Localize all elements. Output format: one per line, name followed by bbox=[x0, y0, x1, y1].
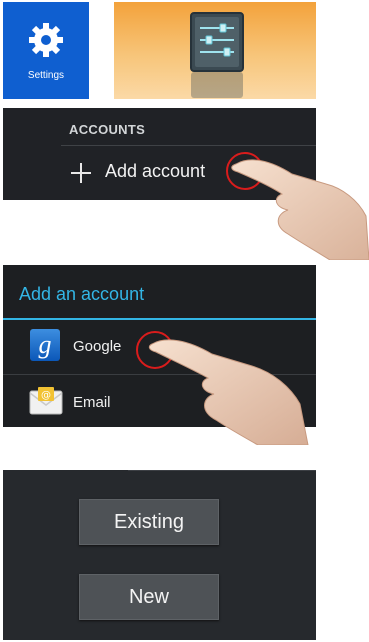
gear-icon bbox=[29, 23, 63, 57]
sliders-icon-reflection bbox=[191, 72, 243, 98]
hand-pointer-icon bbox=[148, 339, 309, 445]
settings-tile-label: Settings bbox=[27, 70, 65, 81]
email-label: Email bbox=[73, 394, 111, 411]
top-divider bbox=[128, 470, 316, 471]
settings-tile[interactable]: Settings bbox=[3, 2, 89, 99]
new-account-button[interactable]: New bbox=[79, 574, 219, 620]
hand-pointer-icon bbox=[231, 159, 369, 260]
google-icon: g bbox=[30, 329, 60, 361]
google-label: Google bbox=[73, 338, 122, 355]
svg-text:@: @ bbox=[41, 390, 51, 401]
accounts-section-header: ACCOUNTS bbox=[61, 116, 316, 146]
title-divider bbox=[3, 318, 316, 320]
dialog-title: Add an account bbox=[19, 284, 145, 304]
envelope-icon: @ bbox=[29, 387, 63, 415]
plus-icon bbox=[71, 163, 91, 183]
add-account-label: Add account bbox=[105, 161, 206, 181]
existing-account-button[interactable]: Existing bbox=[79, 499, 219, 545]
sliders-icon[interactable] bbox=[190, 12, 244, 72]
account-choice-screen: Existing New bbox=[3, 470, 316, 640]
settings-app-panel bbox=[114, 2, 316, 99]
